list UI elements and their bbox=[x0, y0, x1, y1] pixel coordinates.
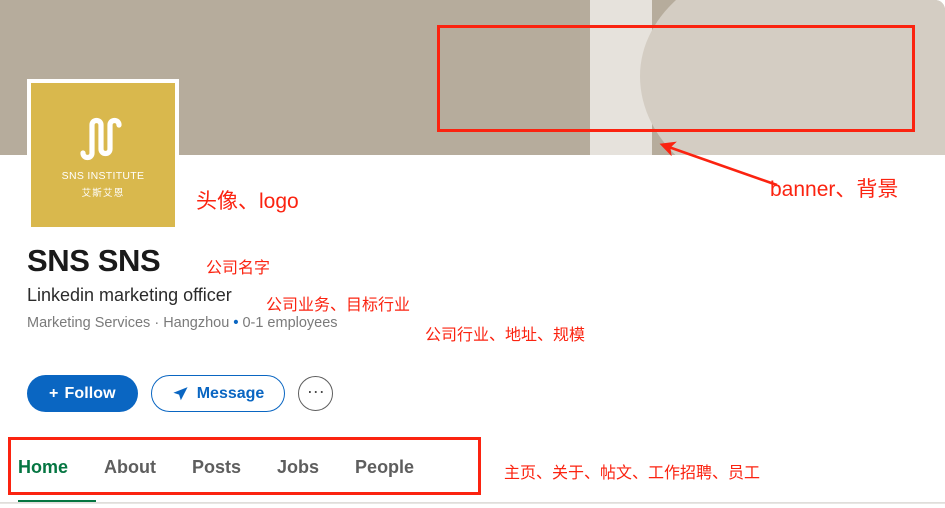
more-options-button[interactable]: ··· bbox=[298, 376, 334, 411]
annotation-label-banner: banner、背景 bbox=[770, 178, 899, 201]
company-logo: SNS INSTITUTE 艾斯艾恩 bbox=[31, 83, 175, 227]
send-icon bbox=[173, 387, 188, 401]
logo-subtext: 艾斯艾恩 bbox=[81, 188, 125, 199]
annotation-box-tabs bbox=[8, 437, 481, 495]
page-bottom-edge bbox=[0, 503, 945, 508]
message-button-label: Message bbox=[196, 384, 265, 402]
action-button-row: + Follow Message ··· bbox=[27, 375, 334, 412]
avatar[interactable]: SNS INSTITUTE 艾斯艾恩 bbox=[27, 79, 179, 231]
annotation-label-company-name: 公司名字 bbox=[206, 260, 271, 277]
profile-info: SNS SNS Linkedin marketing officer Marke… bbox=[27, 243, 927, 333]
company-name-row: SNS SNS bbox=[27, 243, 927, 279]
plus-icon: + bbox=[49, 384, 59, 402]
company-meta: Marketing Services · Hangzhou • 0-1 empl… bbox=[27, 315, 338, 332]
company-tagline-row: Linkedin marketing officer bbox=[27, 285, 927, 307]
logo-wordmark: SNS INSTITUTE bbox=[61, 170, 145, 182]
company-location: Hangzhou bbox=[163, 315, 230, 332]
company-industry: Marketing Services bbox=[27, 315, 151, 332]
page-title: SNS SNS bbox=[27, 243, 161, 278]
annotation-label-meta: 公司行业、地址、规模 bbox=[425, 327, 586, 344]
annotation-label-tabs: 主页、关于、帖文、工作招聘、员工 bbox=[504, 465, 761, 482]
message-button[interactable]: Message bbox=[150, 375, 286, 412]
meta-bullet: • bbox=[229, 315, 243, 332]
company-size: 0-1 employees bbox=[242, 315, 338, 332]
ellipsis-icon: ··· bbox=[306, 380, 325, 401]
annotation-box-banner bbox=[437, 25, 915, 132]
meta-separator: · bbox=[150, 315, 164, 332]
annotation-label-logo: 头像、logo bbox=[196, 190, 299, 213]
company-tagline: Linkedin marketing officer bbox=[27, 284, 232, 305]
annotation-label-business: 公司业务、目标行业 bbox=[266, 297, 411, 314]
sns-wave-mark-icon bbox=[80, 117, 122, 161]
follow-button[interactable]: + Follow bbox=[27, 375, 138, 412]
follow-button-label: Follow bbox=[64, 384, 116, 402]
